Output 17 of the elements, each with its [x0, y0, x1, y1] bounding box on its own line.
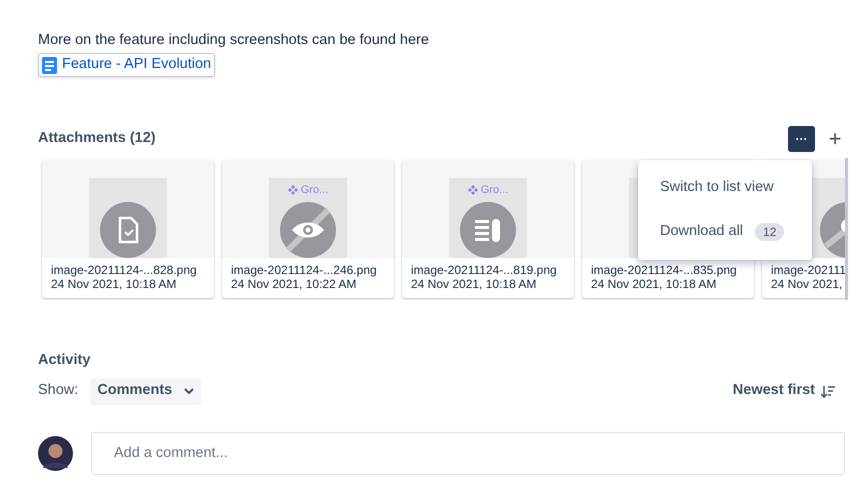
file-date: 24 Nov 2021,	[771, 277, 842, 291]
file-date: 24 Nov 2021, 10:18 AM	[411, 277, 536, 291]
file-date: 24 Nov 2021, 10:18 AM	[591, 277, 716, 291]
file-name: image-20211124-...246.png	[231, 263, 377, 277]
show-label: Show:	[38, 381, 78, 400]
count-badge: 12	[755, 223, 784, 241]
component-label: Gro...	[300, 183, 328, 198]
file-name: image-20211124-...819.png	[411, 263, 557, 277]
file-date: 24 Nov 2021, 10:18 AM	[51, 277, 176, 291]
intro-text: More on the feature including screenshots can be found here	[38, 31, 430, 49]
file-name: image-20211124-...828.png	[51, 263, 197, 277]
file-date: 24 Nov 2021, 10:22 AM	[231, 277, 356, 291]
section-title: Activity	[38, 351, 92, 370]
section-title: Attachments (12)	[38, 129, 156, 148]
file-name: image-202111	[771, 263, 845, 277]
file-name: image-20211124-...835.png	[591, 263, 737, 277]
component-label: Gro...	[480, 183, 508, 198]
